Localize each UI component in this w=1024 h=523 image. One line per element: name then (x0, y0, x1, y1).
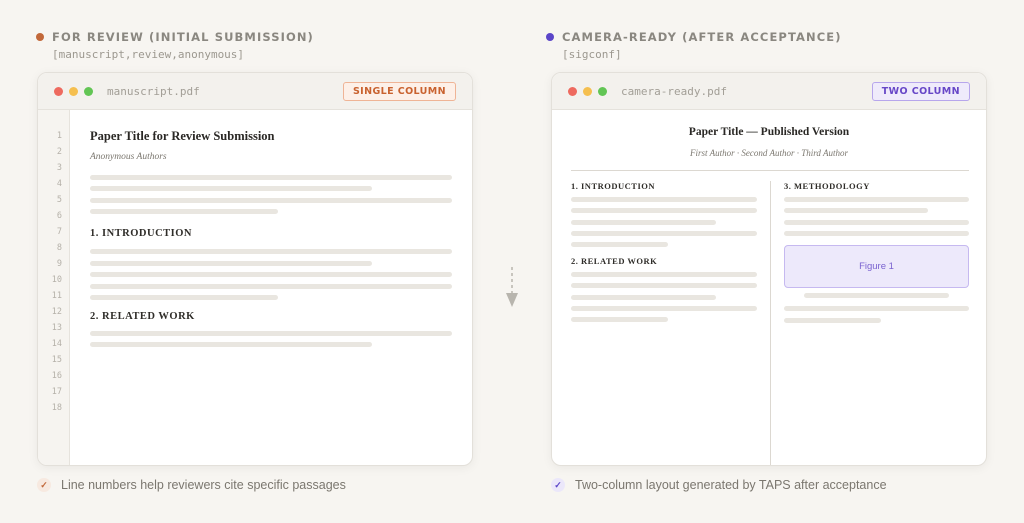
text-line (784, 231, 969, 236)
text-line (571, 283, 757, 288)
review-class-options: [manuscript,review,anonymous] (52, 48, 245, 61)
text-line (571, 231, 757, 236)
text-line (90, 186, 372, 191)
line-number: 13 (51, 323, 62, 333)
published-paper-title: Paper Title — Published Version (688, 126, 850, 138)
text-line (784, 197, 969, 202)
camera-ready-note-text: Two-column layout generated by TAPS afte… (575, 478, 887, 492)
published-section-introduction: 1. INTRODUCTION (571, 181, 656, 191)
line-number: 14 (51, 339, 62, 349)
line-number: 3 (56, 163, 62, 173)
camera-ready-class-options: [sigconf] (562, 48, 622, 61)
line-number: 17 (51, 387, 62, 397)
text-line (571, 317, 668, 322)
text-line (90, 261, 372, 266)
text-line (571, 306, 757, 311)
camera-ready-note: ✓ Two-column layout generated by TAPS af… (551, 478, 887, 492)
line-number: 15 (51, 355, 62, 365)
line-number: 2 (56, 147, 62, 157)
text-line (784, 306, 969, 311)
minimize-window-icon[interactable] (583, 86, 592, 96)
camera-ready-filename: camera-ready.pdf (621, 84, 727, 98)
review-section-related-work: 2. RELATED WORK (90, 311, 195, 322)
text-line (571, 295, 716, 300)
line-number: 6 (56, 211, 62, 221)
review-authors: Anonymous Authors (90, 152, 167, 162)
text-line (90, 209, 278, 214)
line-number: 4 (56, 179, 62, 189)
review-section-introduction: 1. INTRODUCTION (90, 228, 193, 239)
two-column-badge: TWO COLUMN (871, 82, 970, 101)
review-note-text: Line numbers help reviewers cite specifi… (61, 478, 346, 492)
review-window-titlebar: manuscript.pdf SINGLE COLUMN (38, 73, 472, 110)
text-line (571, 197, 757, 202)
figure-placeholder: Figure 1 (784, 245, 969, 288)
text-line (784, 208, 928, 213)
published-section-related-work: 2. RELATED WORK (571, 256, 658, 266)
review-panel-header: FOR REVIEW (INITIAL SUBMISSION) [manuscr… (36, 30, 314, 61)
text-line (784, 220, 969, 225)
line-number: 9 (56, 259, 62, 269)
published-section-methodology: 3. METHODOLOGY (784, 181, 870, 191)
camera-ready-pdf-window: camera-ready.pdf TWO COLUMN Paper Title … (551, 72, 987, 466)
review-paper-title: Paper Title for Review Submission (90, 129, 275, 143)
published-authors: First Author · Second Author · Third Aut… (690, 148, 848, 158)
text-line (571, 220, 716, 225)
figure-caption-line (804, 293, 949, 298)
down-arrow-icon (506, 267, 518, 307)
line-number: 11 (51, 291, 62, 301)
line-number: 18 (51, 403, 62, 413)
camera-ready-window-titlebar: camera-ready.pdf TWO COLUMN (552, 73, 986, 110)
text-line (784, 318, 881, 323)
camera-ready-status-dot (546, 33, 554, 41)
minimize-window-icon[interactable] (69, 86, 78, 96)
review-filename: manuscript.pdf (107, 84, 200, 98)
review-status-dot (36, 33, 44, 41)
review-note: ✓ Line numbers help reviewers cite speci… (37, 478, 346, 492)
check-icon: ✓ (37, 478, 51, 492)
text-line (90, 175, 452, 180)
line-number: 7 (56, 227, 62, 237)
camera-ready-heading: CAMERA-READY (AFTER ACCEPTANCE) (562, 30, 842, 44)
line-number-gutter: 1 2 3 4 5 6 7 8 9 10 11 12 13 14 15 16 17 18 (38, 110, 70, 465)
line-number: 16 (51, 371, 62, 381)
line-number: 1 (56, 131, 62, 141)
review-heading: FOR REVIEW (INITIAL SUBMISSION) (52, 30, 314, 44)
text-line (90, 331, 452, 336)
text-line (90, 342, 372, 347)
review-pdf-window: manuscript.pdf SINGLE COLUMN 1 2 3 4 5 6 7 8 9 10… (37, 72, 473, 466)
text-line (571, 242, 668, 247)
close-window-icon[interactable] (54, 86, 63, 96)
title-divider (571, 170, 969, 171)
single-column-badge: SINGLE COLUMN (342, 82, 456, 101)
text-line (90, 198, 452, 203)
line-number: 10 (51, 275, 62, 285)
line-number: 8 (56, 243, 62, 253)
text-line (571, 272, 757, 277)
check-icon: ✓ (551, 478, 565, 492)
maximize-window-icon[interactable] (84, 86, 93, 96)
line-number: 5 (56, 195, 62, 205)
line-number: 12 (51, 307, 62, 317)
maximize-window-icon[interactable] (598, 86, 607, 96)
text-line (90, 295, 278, 300)
text-line (571, 208, 757, 213)
camera-ready-panel-header: CAMERA-READY (AFTER ACCEPTANCE) [sigconf… (546, 30, 842, 61)
text-line (90, 284, 452, 289)
text-line (90, 249, 452, 254)
column-divider (770, 181, 771, 465)
text-line (90, 272, 452, 277)
close-window-icon[interactable] (568, 86, 577, 96)
